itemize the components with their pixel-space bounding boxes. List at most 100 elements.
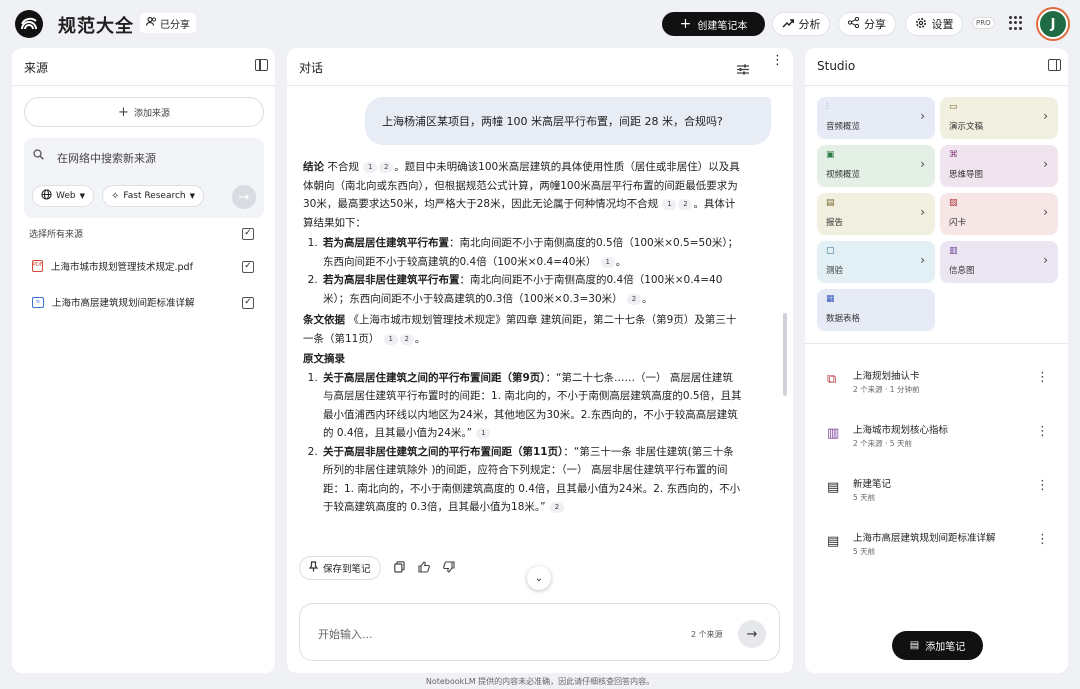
studio-note-item[interactable]: ▤ 上海市高层建筑规划间距标准详解 5 天前 xyxy=(827,528,1047,568)
more-vert-icon[interactable]: ⋮ xyxy=(1036,371,1049,384)
tile-quiz[interactable]: ▢ 测验 › xyxy=(817,241,935,283)
notebook-title[interactable]: 规范大全 xyxy=(58,12,134,38)
save-to-note-button[interactable]: 保存到笔记 xyxy=(299,556,381,580)
calc-item: 若为高层非居住建筑平行布置：南北向间距不小于南侧高度的0.4倍（100米×0.4… xyxy=(321,271,743,308)
tile-flashcards[interactable]: ▨ 闪卡 › xyxy=(940,193,1058,235)
plus-icon: + xyxy=(679,16,692,32)
collapse-panel-icon[interactable] xyxy=(255,59,268,71)
citation-chip[interactable]: 2 xyxy=(627,293,641,305)
note-title: 上海城市规划核心指标 xyxy=(853,425,949,436)
more-vert-icon[interactable]: ⋮ xyxy=(1036,533,1049,546)
basis-text: 《上海市城市规划管理技术规定》第四章 建筑间距，第二十七条（第9页）及第三十一条… xyxy=(303,314,737,345)
top-bar: 规范大全 已分享 + 创建笔记本 分析 分享 设置 PRO J xyxy=(0,0,1080,48)
avatar[interactable]: J xyxy=(1038,9,1068,39)
analyze-button[interactable]: 分析 xyxy=(772,12,830,36)
tune-icon[interactable] xyxy=(737,60,749,79)
studio-note-item[interactable]: ⧉ 上海规划抽认卡 2 个来源 · 1 分钟前 xyxy=(827,366,1047,406)
source-checkbox[interactable]: ✓ xyxy=(242,297,254,309)
settings-label: 设置 xyxy=(931,18,954,31)
citation-chip[interactable]: 1 xyxy=(363,162,378,173)
note-icon: ▤ xyxy=(909,640,920,651)
more-vert-icon[interactable]: ⋮ xyxy=(1036,479,1049,492)
flashcard-icon: ▨ xyxy=(949,198,958,208)
shared-status-chip[interactable]: 已分享 xyxy=(140,13,196,33)
citation-chip[interactable]: 2 xyxy=(399,333,414,345)
divider xyxy=(805,343,1068,344)
tile-report[interactable]: ▤ 报告 › xyxy=(817,193,935,235)
submit-search-button[interactable]: → xyxy=(232,185,256,209)
pro-badge: PRO xyxy=(972,17,995,29)
notebooklm-logo-icon[interactable] xyxy=(15,10,43,38)
chevron-down-icon: ⌄ xyxy=(534,572,544,584)
excerpt-item: 关于高层居住建筑之间的平行布置间距（第9页）：“第二十七条……（一） 高层居住建… xyxy=(321,369,743,443)
tile-infographic[interactable]: ▥ 信息图 › xyxy=(940,241,1058,283)
studio-note-item[interactable]: ▤ 新建笔记 5 天前 xyxy=(827,474,1047,514)
conclusion-label: 结论 xyxy=(303,161,324,173)
citation-chip[interactable]: 2 xyxy=(678,199,693,210)
video-icon: ▣ xyxy=(826,150,835,160)
citation-chip[interactable]: 1 xyxy=(662,199,677,210)
tile-slides[interactable]: ▭ 演示文稿 › xyxy=(940,97,1058,139)
copy-icon[interactable] xyxy=(393,560,405,576)
citation-chip[interactable]: 1 xyxy=(600,256,615,268)
web-source-dropdown[interactable]: Web ▼ xyxy=(32,185,95,207)
pin-icon xyxy=(308,561,319,575)
chat-input[interactable]: 开始输入... xyxy=(318,626,373,642)
analyze-label: 分析 xyxy=(798,18,821,31)
research-chip-label: Fast Research xyxy=(123,191,186,201)
infographic-icon: ▥ xyxy=(949,246,958,256)
save-to-note-label: 保存到笔记 xyxy=(323,564,371,575)
calc-item-title: 若为高层居住建筑平行布置 xyxy=(323,237,449,249)
gear-icon xyxy=(915,17,927,32)
citation-chip[interactable]: 2 xyxy=(549,502,564,513)
add-note-button[interactable]: ▤ 添加笔记 xyxy=(892,631,983,660)
note-icon: ▤ xyxy=(827,480,840,495)
source-checkbox[interactable]: ✓ xyxy=(242,261,254,273)
chat-scrollbar[interactable] xyxy=(783,313,787,396)
add-source-label: 添加来源 xyxy=(133,108,170,119)
settings-button[interactable]: 设置 xyxy=(905,12,963,36)
share-button[interactable]: 分享 xyxy=(838,12,896,36)
citation-chip[interactable]: 1 xyxy=(476,428,491,439)
sparkle-search-icon: ✧ xyxy=(111,190,120,202)
source-item-label: 上海市高层建筑规划间距标准详解 xyxy=(52,298,195,309)
send-button[interactable]: → xyxy=(738,620,766,648)
citation-chip[interactable]: 2 xyxy=(379,162,394,173)
scroll-to-bottom-button[interactable]: ⌄ xyxy=(527,566,551,590)
source-item[interactable]: ≡ 上海市高层建筑规划间距标准详解 xyxy=(32,295,195,309)
note-meta: 2 个来源 · 5 天前 xyxy=(853,439,912,448)
source-item[interactable]: PDF 上海市城市规划管理技术规定.pdf xyxy=(32,259,193,273)
calc-list: 若为高层居住建筑平行布置：南北向间距不小于南侧高度的0.5倍（100米×0.5=… xyxy=(321,234,743,308)
search-input[interactable]: 在网络中搜索新来源 xyxy=(57,150,156,166)
tile-data-table[interactable]: ▦ 数据表格 xyxy=(817,289,935,331)
chevron-right-icon: › xyxy=(1043,205,1048,219)
share-icon xyxy=(847,16,860,31)
tile-audio-overview[interactable]: ⫶ 音频概览 › xyxy=(817,97,935,139)
citation-chip[interactable]: 1 xyxy=(383,333,398,345)
flashcard-icon: ⧉ xyxy=(827,372,837,387)
apps-grid-icon[interactable] xyxy=(1009,16,1023,30)
research-mode-dropdown[interactable]: ✧ Fast Research ▼ xyxy=(102,185,205,207)
select-all-checkbox[interactable]: ✓ xyxy=(242,228,254,240)
collapse-panel-icon[interactable] xyxy=(1048,59,1061,71)
studio-note-item[interactable]: ▥ 上海城市规划核心指标 2 个来源 · 5 天前 xyxy=(827,420,1047,460)
tile-label: 音频概览 xyxy=(826,122,861,132)
source-count: 2 个来源 xyxy=(691,630,723,639)
tile-video-overview[interactable]: ▣ 视频概览 › xyxy=(817,145,935,187)
answer-basis: 条文依据 《上海市城市规划管理技术规定》第四章 建筑间距，第二十七条（第9页）及… xyxy=(303,311,743,348)
thumbs-up-icon[interactable] xyxy=(417,560,430,576)
add-source-button[interactable]: + 添加来源 xyxy=(24,97,264,127)
source-item-label: 上海市城市规划管理技术规定.pdf xyxy=(51,262,193,273)
create-notebook-button[interactable]: + 创建笔记本 xyxy=(662,12,765,36)
more-vert-icon[interactable]: ⋮ xyxy=(771,54,784,67)
report-icon: ▤ xyxy=(826,198,835,208)
tile-mindmap[interactable]: ⌘ 思维导图 › xyxy=(940,145,1058,187)
infographic-icon: ▥ xyxy=(827,426,840,441)
chat-title: 对话 xyxy=(299,61,324,75)
thumbs-down-icon[interactable] xyxy=(442,560,455,576)
tile-label: 视频概览 xyxy=(826,170,861,180)
more-vert-icon[interactable]: ⋮ xyxy=(1036,425,1049,438)
answer-actions: 保存到笔记 xyxy=(299,556,455,580)
chevron-right-icon: › xyxy=(920,205,925,219)
note-title: 上海规划抽认卡 xyxy=(853,371,920,382)
